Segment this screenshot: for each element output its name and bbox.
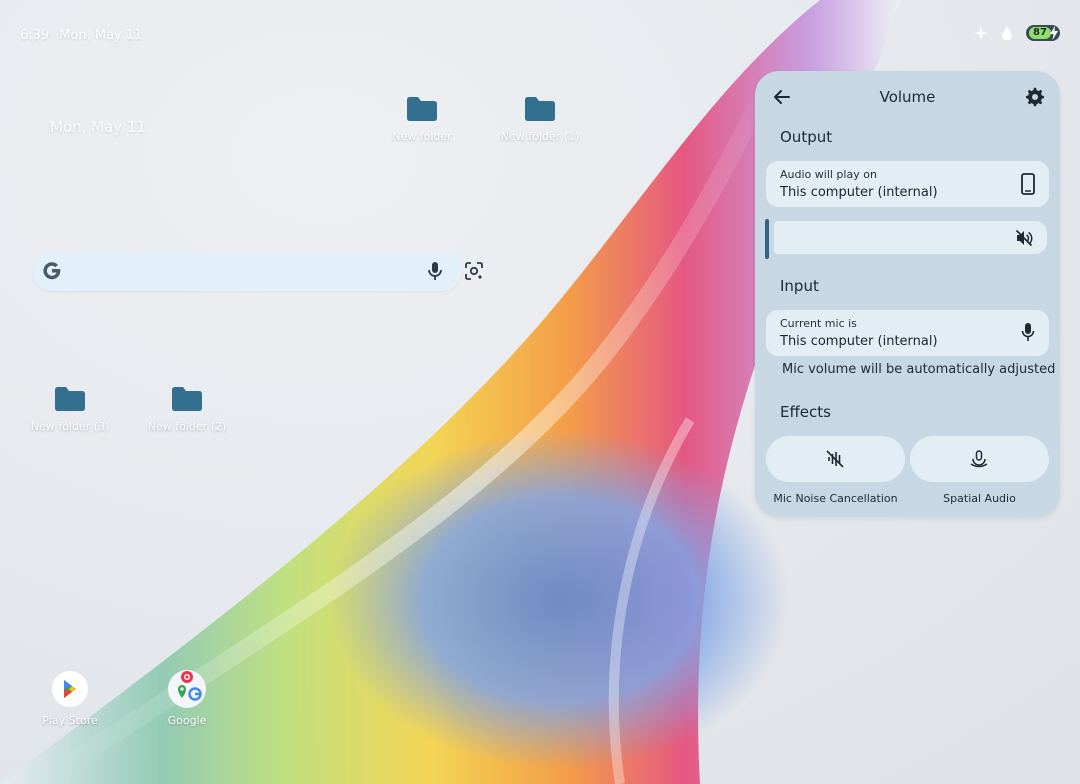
google-search-bar[interactable] (32, 251, 483, 291)
app-label: Play Store (42, 714, 98, 727)
battery-level: 87 (1029, 27, 1051, 39)
effect-label: Mic Noise Cancellation (773, 492, 898, 505)
app-play-store[interactable]: Play Store (30, 670, 110, 727)
home-date-widget[interactable]: Mon, May 11 (50, 118, 146, 136)
water-drop-icon (1002, 26, 1012, 40)
status-bar-left: 6:39 Mon, May 11 (20, 28, 142, 43)
panel-title: Volume (879, 88, 936, 106)
output-section-title: Output (780, 128, 833, 146)
volume-slider[interactable] (774, 221, 1047, 254)
folder-label: New folder (2) (147, 420, 227, 433)
app-google-folder[interactable]: Google (147, 668, 227, 727)
input-section-title: Input (780, 277, 819, 295)
spatial-audio-toggle[interactable] (910, 436, 1049, 482)
folder-icon (172, 387, 202, 411)
desktop-screen: 6:39 Mon, May 11 87 Mon, May 11 New fold… (0, 0, 1080, 784)
desktop-folder[interactable]: New folder (3) (25, 386, 115, 433)
output-sublabel: Audio will play on (780, 168, 877, 181)
output-device-selector[interactable]: Audio will play on This computer (intern… (766, 161, 1049, 207)
google-lens-icon[interactable] (464, 261, 484, 281)
status-bar-right[interactable]: 87 (974, 25, 1060, 41)
google-g-icon (43, 262, 61, 280)
mic-volume-note: Mic volume will be automatically adjuste… (782, 362, 1056, 377)
desktop-folder[interactable]: New folder (377, 96, 467, 143)
folder-icon (407, 97, 437, 121)
effect-label: Spatial Audio (943, 492, 1016, 505)
google-apps-folder-icon (168, 670, 206, 708)
play-store-icon (52, 671, 88, 707)
spatial-audio-icon (970, 450, 988, 468)
input-device: This computer (internal) (780, 334, 938, 349)
volume-slider-handle[interactable] (765, 219, 769, 259)
sparkle-icon (974, 26, 988, 40)
gear-icon[interactable] (1025, 87, 1045, 107)
charging-bolt-icon (1050, 26, 1058, 40)
battery-indicator: 87 (1026, 25, 1060, 41)
folder-icon (525, 97, 555, 121)
volume-mute-icon[interactable] (1015, 229, 1033, 247)
mic-icon[interactable] (426, 261, 444, 281)
folder-label: New folder (392, 130, 452, 143)
input-device-selector[interactable]: Current mic is This computer (internal) (766, 310, 1049, 356)
folder-label: New folder (1) (500, 130, 580, 143)
folder-label: New folder (3) (30, 420, 110, 433)
status-date: Mon, May 11 (59, 28, 143, 43)
app-label: Google (167, 714, 207, 727)
folder-icon (55, 387, 85, 411)
volume-panel: Volume Output Audio will play on This co… (755, 71, 1060, 517)
status-time: 6:39 (20, 28, 50, 43)
desktop-folder[interactable]: New folder (1) (495, 96, 585, 143)
output-device: This computer (internal) (780, 185, 938, 200)
laptop-device-icon (1021, 173, 1035, 195)
input-sublabel: Current mic is (780, 317, 857, 330)
desktop-folder[interactable]: New folder (2) (142, 386, 232, 433)
mic-icon (1021, 323, 1035, 341)
noise-cancellation-off-icon (826, 450, 844, 468)
effects-section-title: Effects (780, 403, 831, 421)
mic-noise-cancellation-toggle[interactable] (766, 436, 905, 482)
